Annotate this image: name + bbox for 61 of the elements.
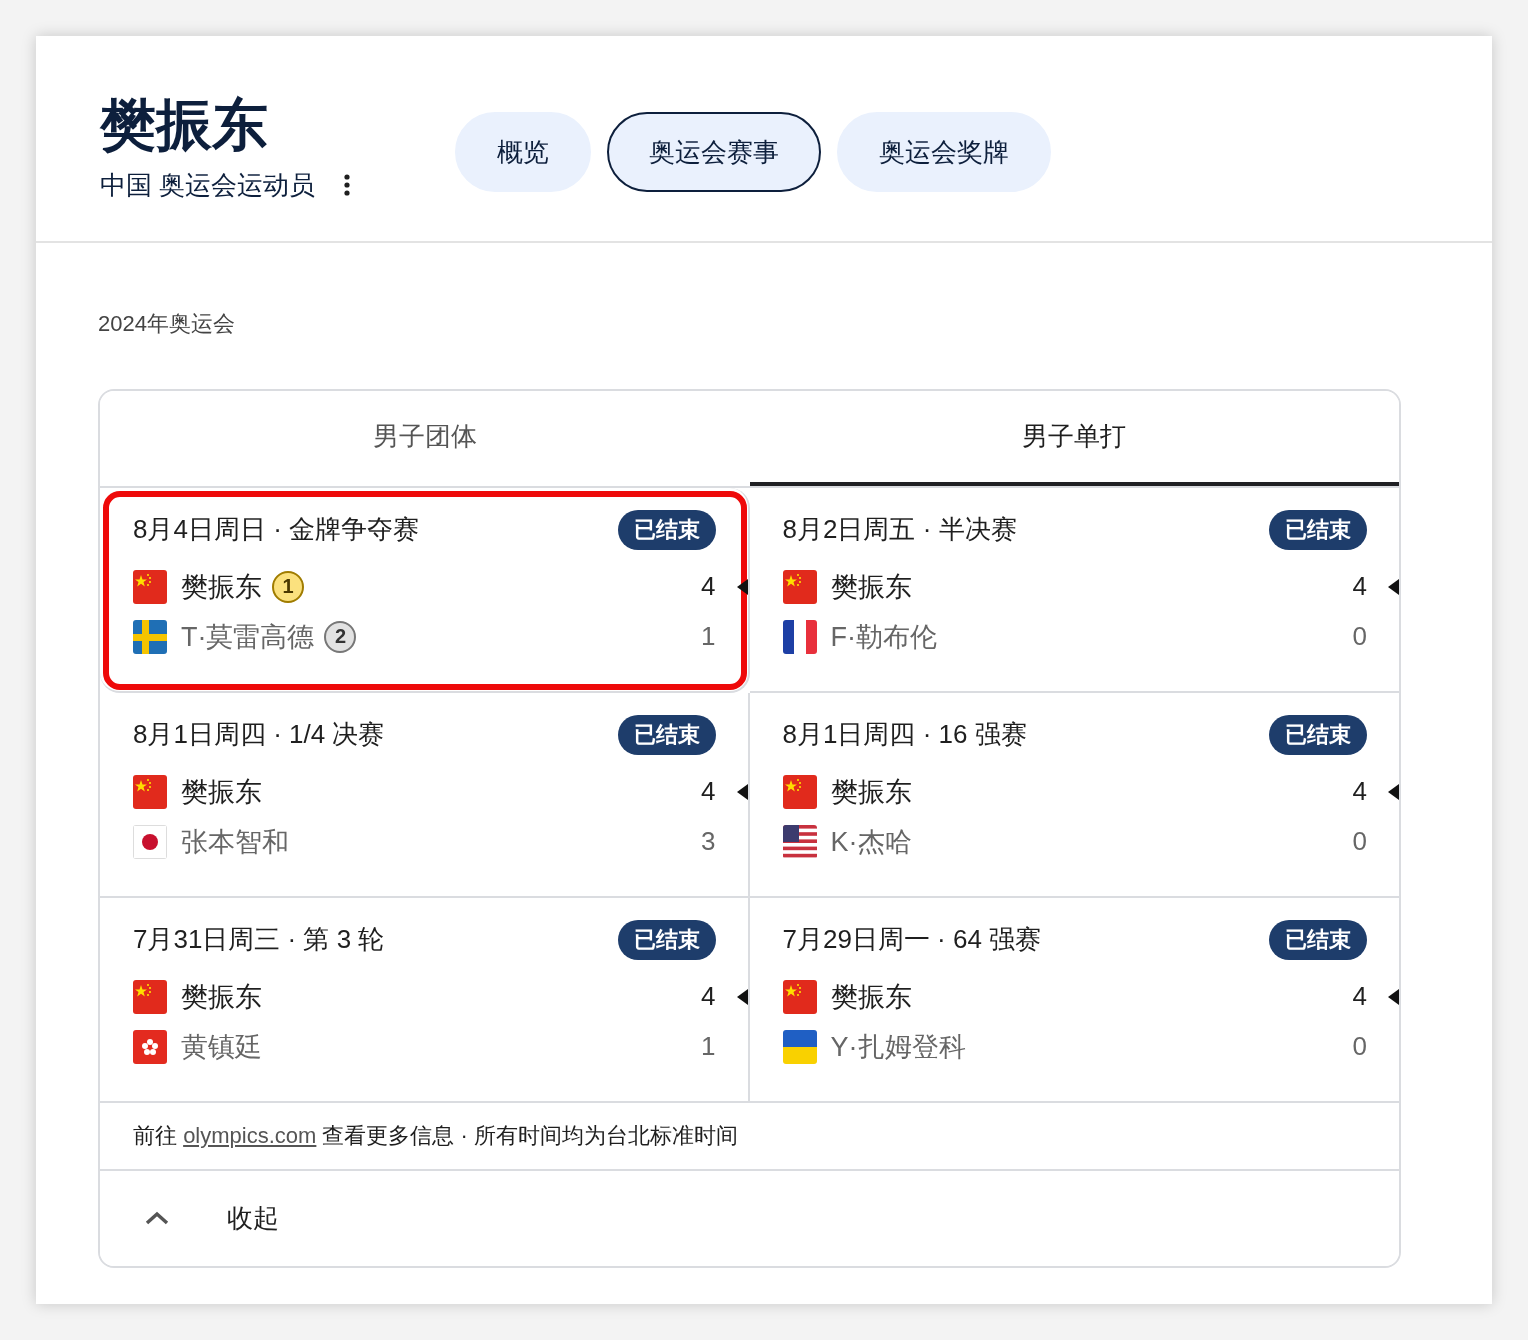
player-score: 0	[1352, 621, 1367, 653]
player-name: 樊振东	[830, 570, 912, 604]
match-card[interactable]: 7月31日周三 · 第 3 轮 已结束 樊振东 4 黄镇廷 1	[100, 897, 750, 1103]
match-title: 8月2日周五 · 半决赛	[782, 513, 1017, 547]
player-score: 4	[701, 776, 716, 808]
match-title: 8月4日周日 · 金牌争夺赛	[133, 513, 420, 547]
nav-chip[interactable]: 奥运会奖牌	[837, 112, 1052, 193]
status-badge: 已结束	[617, 714, 716, 755]
status-badge: 已结束	[1269, 714, 1367, 755]
player-score: 1	[701, 1031, 716, 1063]
player-name: 黄镇廷	[181, 1030, 262, 1064]
status-badge: 已结束	[1269, 509, 1367, 550]
player-score: 4	[1352, 981, 1367, 1013]
player-score: 4	[701, 981, 716, 1013]
player-score: 3	[701, 826, 716, 858]
player-score: 1	[701, 621, 716, 653]
status-badge: 已结束	[617, 919, 716, 960]
section-label: 2024年奥运会	[98, 309, 236, 338]
player-name: 樊振东	[181, 570, 262, 604]
status-badge: 已结束	[617, 509, 716, 550]
match-card[interactable]: 7月29日周一 · 64 强赛 已结束 樊振东 4 Y·扎姆登科 0	[749, 897, 1399, 1103]
status-badge: 已结束	[1269, 919, 1367, 960]
player-name: K·杰哈	[830, 825, 912, 859]
player-name: 樊振东	[830, 775, 912, 809]
player-name: 樊振东	[181, 980, 262, 1014]
player-name: 樊振东	[830, 980, 912, 1014]
medal-badge: 2	[324, 620, 357, 653]
match-card[interactable]: 8月4日周日 · 金牌争夺赛 已结束 樊振东 1 4 T·莫雷高德 2 1	[100, 487, 750, 693]
athlete-subtitle: 中国 奥运会运动员	[100, 168, 316, 202]
player-name: F·勒布伦	[830, 620, 937, 654]
player-score: 4	[1352, 776, 1367, 808]
footer-note: 前往 olympics.com 查看更多信息 · 所有时间均为台北标准时间	[133, 1122, 739, 1148]
player-score: 4	[1352, 571, 1367, 603]
winner-pointer-icon	[736, 578, 748, 595]
nav-chip[interactable]: 奥运会赛事	[607, 112, 822, 193]
olympics-link[interactable]: olympics.com	[183, 1122, 317, 1148]
winner-pointer-icon	[736, 783, 748, 800]
player-name: T·莫雷高德	[181, 620, 315, 654]
nav-chip[interactable]: 概览	[455, 112, 592, 193]
winner-pointer-icon	[1388, 578, 1399, 595]
match-card[interactable]: 8月2日周五 · 半决赛 已结束 樊振东 4 F·勒布伦 0	[749, 487, 1399, 693]
match-title: 7月29日周一 · 64 强赛	[782, 923, 1042, 957]
player-score: 0	[1352, 1031, 1367, 1063]
player-name: Y·扎姆登科	[830, 1030, 966, 1064]
event-tab[interactable]: 男子单打	[749, 390, 1399, 486]
player-score: 0	[1352, 826, 1367, 858]
winner-pointer-icon	[1388, 783, 1399, 800]
chevron-up-icon	[145, 1211, 169, 1226]
medal-badge: 1	[272, 570, 304, 603]
match-title: 8月1日周四 · 16 强赛	[782, 718, 1027, 752]
player-name: 樊振东	[181, 775, 262, 809]
match-title: 8月1日周四 · 1/4 决赛	[133, 718, 385, 752]
winner-pointer-icon	[736, 988, 748, 1005]
match-title: 7月31日周三 · 第 3 轮	[133, 923, 385, 957]
player-name: 张本智和	[181, 825, 289, 859]
athlete-name: 樊振东	[100, 94, 269, 156]
player-score: 4	[701, 571, 716, 603]
match-card[interactable]: 8月1日周四 · 16 强赛 已结束 樊振东 4 K·杰哈 0	[749, 692, 1399, 898]
more-options-icon[interactable]	[343, 173, 352, 198]
winner-pointer-icon	[1388, 988, 1399, 1005]
match-card[interactable]: 8月1日周四 · 1/4 决赛 已结束 樊振东 4 张本智和 3	[100, 692, 750, 898]
